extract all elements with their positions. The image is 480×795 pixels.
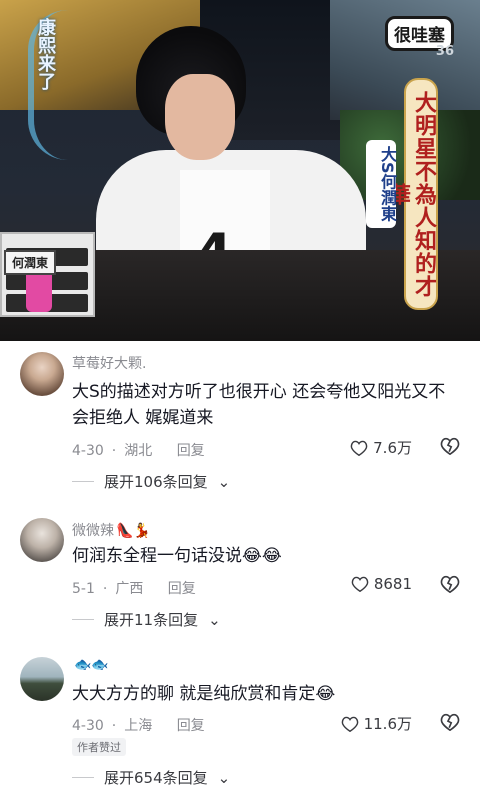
dislike-icon[interactable] xyxy=(440,575,460,593)
comment-meta: 4-30 · 上海 回复 xyxy=(72,718,205,734)
heart-icon xyxy=(350,440,368,456)
like-count: 7.6万 xyxy=(373,439,412,457)
like-button[interactable]: 8681 xyxy=(351,575,412,593)
comment-text[interactable]: 何润东全程一句话没说😂😂 xyxy=(72,543,457,569)
guest-face xyxy=(165,74,235,160)
comment-username[interactable]: 微微辣 👠💃 xyxy=(72,520,151,540)
show-logo: 康熙来了 xyxy=(35,18,56,90)
episode-title: 大明星不為人知的才華 xyxy=(385,78,438,310)
expand-replies[interactable]: 展开11条回复 ⌄ xyxy=(72,609,221,630)
heart-icon xyxy=(351,576,369,592)
expand-replies[interactable]: 展开106条回复 ⌄ xyxy=(72,471,230,492)
program-badge-number: 36 xyxy=(435,44,454,59)
avatar[interactable] xyxy=(20,518,64,562)
dislike-icon[interactable] xyxy=(440,713,460,731)
reply-button[interactable]: 回复 xyxy=(177,718,205,734)
comment-list: 草莓好大颗. 大S的描述对方听了也很开心 还会夸他又阳光又不会拒绝人 娓娓道来 … xyxy=(0,341,480,795)
comment-meta: 5-1 · 广西 回复 xyxy=(72,581,196,597)
comment-username[interactable]: 草莓好大颗. xyxy=(72,353,148,373)
divider xyxy=(72,481,94,482)
chevron-down-icon: ⌄ xyxy=(217,768,231,787)
name-plate: 何潤東 xyxy=(4,250,57,275)
dislike-icon[interactable] xyxy=(440,437,460,455)
expand-replies[interactable]: 展开654条回复 ⌄ xyxy=(72,767,230,788)
like-count: 11.6万 xyxy=(363,715,412,733)
video-player[interactable]: 康熙来了 4 何潤東 很哇塞 36 大明星不為人知的才華 大S何潤東 xyxy=(0,0,480,341)
comment-username[interactable]: 🐟🐟 xyxy=(72,657,109,673)
like-count: 8681 xyxy=(373,575,412,593)
chevron-down-icon: ⌄ xyxy=(208,610,221,629)
divider xyxy=(72,777,94,778)
like-button[interactable]: 11.6万 xyxy=(341,713,412,734)
comment-text[interactable]: 大大方方的聊 就是纯欣赏和肯定😂 xyxy=(72,681,457,707)
reply-button[interactable]: 回复 xyxy=(168,581,196,597)
episode-guests: 大S何潤東 xyxy=(366,140,397,228)
like-button[interactable]: 7.6万 xyxy=(350,437,412,458)
avatar[interactable] xyxy=(20,352,64,396)
comment-text[interactable]: 大S的描述对方听了也很开心 还会夸他又阳光又不会拒绝人 娓娓道来 xyxy=(72,379,457,431)
divider xyxy=(72,619,94,620)
heart-icon xyxy=(341,716,358,732)
author-liked-badge: 作者赞过 xyxy=(72,738,126,756)
reply-button[interactable]: 回复 xyxy=(177,443,205,459)
chevron-down-icon: ⌄ xyxy=(217,472,231,491)
avatar[interactable] xyxy=(20,657,64,701)
comment-meta: 4-30 · 湖北 回复 xyxy=(72,443,205,459)
